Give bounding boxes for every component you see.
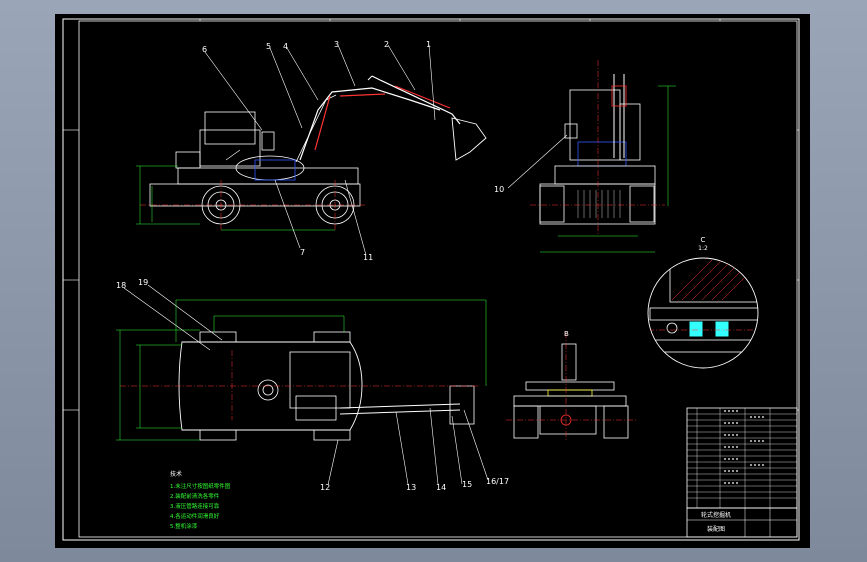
- balloon-19: 19: [138, 278, 148, 287]
- balloon-15: 15: [462, 480, 472, 489]
- detail-label: C: [701, 236, 706, 244]
- balloon-4: 4: [283, 42, 288, 51]
- note-line-1: 1.未注尺寸按图纸零件图: [170, 482, 231, 490]
- note-line-4: 4.各运动件润滑良好: [170, 512, 220, 520]
- note-line-5: 5.整机涂漆: [170, 522, 198, 530]
- note-line-3: 3.液压管路连接可靠: [170, 502, 220, 510]
- balloon-5: 5: [266, 42, 271, 51]
- balloon-b: B: [564, 330, 569, 338]
- detail-scale: 1:2: [698, 245, 708, 252]
- balloon-2: 2: [384, 40, 389, 49]
- balloon-3: 3: [334, 40, 339, 49]
- notes-heading: 技术: [170, 470, 182, 478]
- cad-viewport[interactable]: 6 5 4 3 2 1 7 11 10 18 19 12 13 14 15 16…: [0, 0, 867, 562]
- balloon-6: 6: [202, 45, 207, 54]
- balloon-14: 14: [436, 483, 446, 492]
- balloon-12: 12: [320, 483, 330, 492]
- balloon-7: 7: [300, 248, 305, 257]
- note-line-2: 2.装配前清洗各零件: [170, 492, 220, 500]
- balloon-10: 10: [494, 185, 504, 194]
- balloon-18: 18: [116, 281, 126, 290]
- balloon-16-17: 16/17: [486, 477, 509, 486]
- balloon-11: 11: [363, 253, 373, 262]
- drawing-sheet: 6 5 4 3 2 1 7 11 10 18 19 12 13 14 15 16…: [55, 14, 810, 548]
- title-block-name: 轮式挖掘机: [701, 511, 731, 519]
- balloon-1: 1: [426, 40, 431, 49]
- balloon-13: 13: [406, 483, 416, 492]
- title-block-sheet: 装配图: [707, 525, 725, 533]
